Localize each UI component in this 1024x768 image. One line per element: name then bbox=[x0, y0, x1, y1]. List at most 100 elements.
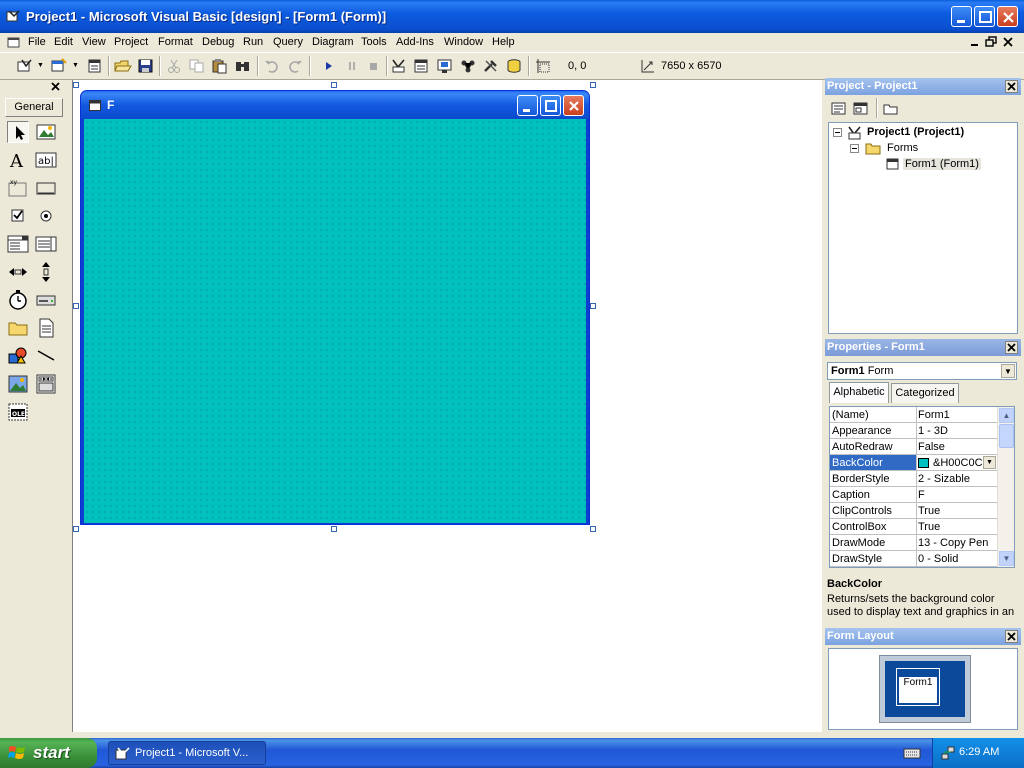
minimize-button[interactable] bbox=[951, 6, 972, 27]
optionbutton-tool[interactable] bbox=[35, 205, 57, 227]
scroll-thumb[interactable] bbox=[999, 424, 1014, 448]
resize-handle[interactable] bbox=[73, 82, 79, 88]
property-value[interactable]: 2 - Sizable bbox=[918, 473, 996, 485]
cut-icon[interactable] bbox=[165, 58, 183, 74]
form-client-area[interactable] bbox=[84, 119, 586, 523]
undo-icon[interactable] bbox=[263, 58, 281, 74]
close-button[interactable] bbox=[997, 6, 1018, 27]
menu-editor-icon[interactable] bbox=[86, 58, 104, 74]
form-maximize-button[interactable] bbox=[540, 95, 561, 116]
property-row[interactable]: BorderStyle 2 - Sizable bbox=[830, 471, 998, 487]
toolbox-tab-general[interactable]: General bbox=[5, 98, 63, 117]
property-value[interactable]: True bbox=[918, 505, 996, 517]
tab-alphabetic[interactable]: Alphabetic bbox=[829, 382, 889, 403]
form-doc-icon[interactable] bbox=[7, 36, 21, 49]
maximize-button[interactable] bbox=[974, 6, 995, 27]
property-grid-scrollbar[interactable]: ▲ ▼ bbox=[997, 407, 1014, 567]
property-row[interactable]: AutoRedraw False bbox=[830, 439, 998, 455]
menu-tools[interactable]: Tools bbox=[361, 36, 387, 48]
tree-item-form1[interactable]: Form1 (Form1) bbox=[903, 158, 981, 170]
hscrollbar-tool[interactable] bbox=[7, 261, 29, 283]
copy-icon[interactable] bbox=[188, 58, 206, 74]
dropdown-arrow-icon[interactable]: ▼ bbox=[37, 62, 44, 69]
property-value[interactable]: False bbox=[918, 441, 996, 453]
mdi-close-button[interactable] bbox=[1000, 36, 1016, 50]
redo-icon[interactable] bbox=[286, 58, 304, 74]
picturebox-tool[interactable] bbox=[35, 121, 57, 143]
project-explorer-close-button[interactable] bbox=[1005, 80, 1018, 93]
toolbox-icon[interactable] bbox=[482, 58, 500, 74]
keyboard-icon[interactable] bbox=[903, 746, 921, 760]
combobox-tool[interactable] bbox=[7, 233, 29, 255]
menu-edit[interactable]: Edit bbox=[54, 36, 73, 48]
property-value[interactable]: Form1 bbox=[918, 409, 996, 421]
drivelistbox-tool[interactable] bbox=[35, 289, 57, 311]
dirlistbox-tool[interactable] bbox=[7, 317, 29, 339]
paste-icon[interactable] bbox=[211, 58, 229, 74]
menu-format[interactable]: Format bbox=[158, 36, 193, 48]
view-code-icon[interactable] bbox=[830, 101, 848, 117]
resize-handle[interactable] bbox=[331, 526, 337, 532]
menu-file[interactable]: File bbox=[28, 36, 46, 48]
scroll-down-button[interactable]: ▼ bbox=[999, 551, 1014, 566]
property-value[interactable]: 13 - Copy Pen bbox=[918, 537, 996, 549]
form1-window[interactable]: F bbox=[80, 90, 590, 525]
end-icon[interactable] bbox=[365, 58, 383, 74]
menu-project[interactable]: Project bbox=[114, 36, 148, 48]
label-tool[interactable]: A bbox=[7, 149, 29, 172]
property-value[interactable]: True bbox=[918, 521, 996, 533]
layout-form1[interactable]: Form1 bbox=[896, 668, 940, 706]
form-layout-icon[interactable] bbox=[436, 58, 454, 74]
property-row[interactable]: DrawMode 13 - Copy Pen bbox=[830, 535, 998, 551]
network-icon[interactable] bbox=[940, 745, 956, 761]
mdi-minimize-button[interactable] bbox=[967, 36, 983, 50]
vscrollbar-tool[interactable] bbox=[35, 261, 57, 283]
tab-categorized[interactable]: Categorized bbox=[891, 383, 959, 403]
dropdown-arrow-icon[interactable]: ▼ bbox=[983, 456, 996, 469]
view-object-icon[interactable] bbox=[852, 101, 870, 117]
resize-handle[interactable] bbox=[590, 303, 596, 309]
form-title-bar[interactable]: F bbox=[81, 91, 589, 119]
open-project-icon[interactable] bbox=[114, 58, 132, 74]
property-value[interactable]: &H00C0C bbox=[933, 457, 983, 469]
tree-item-project[interactable]: Project1 (Project1) bbox=[867, 126, 964, 138]
listbox-tool[interactable] bbox=[35, 233, 57, 255]
filelistbox-tool[interactable] bbox=[35, 317, 57, 339]
menu-window[interactable]: Window bbox=[444, 36, 483, 48]
menu-diagram[interactable]: Diagram bbox=[312, 36, 354, 48]
form-close-button[interactable] bbox=[563, 95, 584, 116]
collapse-icon[interactable] bbox=[833, 128, 842, 137]
form-minimize-button[interactable] bbox=[517, 95, 538, 116]
find-icon[interactable] bbox=[234, 58, 252, 74]
menu-query[interactable]: Query bbox=[273, 36, 303, 48]
property-value[interactable]: F bbox=[918, 489, 996, 501]
property-row[interactable]: (Name) Form1 bbox=[830, 407, 998, 423]
object-browser-icon[interactable] bbox=[459, 58, 477, 74]
commandbutton-tool[interactable] bbox=[35, 177, 57, 199]
menu-help[interactable]: Help bbox=[492, 36, 515, 48]
dropdown-arrow-icon[interactable]: ▼ bbox=[72, 62, 79, 69]
toolbox-close-button[interactable] bbox=[49, 82, 62, 94]
mdi-restore-button[interactable] bbox=[983, 36, 999, 50]
project-explorer-icon[interactable] bbox=[390, 58, 408, 74]
object-selector[interactable]: Form1 Form ▼ bbox=[827, 362, 1017, 380]
save-icon[interactable] bbox=[137, 58, 155, 74]
menu-view[interactable]: View bbox=[82, 36, 106, 48]
property-row[interactable]: Caption F bbox=[830, 487, 998, 503]
start-run-icon[interactable] bbox=[320, 58, 338, 74]
vb-app-icon[interactable] bbox=[6, 9, 21, 23]
property-value[interactable]: 0 - Solid bbox=[918, 553, 996, 565]
resize-handle[interactable] bbox=[331, 82, 337, 88]
line-tool[interactable] bbox=[35, 345, 57, 367]
checkbox-tool[interactable] bbox=[7, 205, 29, 227]
ole-tool[interactable]: OLE bbox=[7, 401, 29, 423]
textbox-tool[interactable]: ab| bbox=[35, 149, 57, 171]
resize-handle[interactable] bbox=[590, 526, 596, 532]
frame-tool[interactable]: xy bbox=[7, 177, 29, 199]
resize-handle[interactable] bbox=[73, 526, 79, 532]
resize-handle[interactable] bbox=[590, 82, 596, 88]
property-value[interactable]: 1 - 3D bbox=[918, 425, 996, 437]
property-row-selected[interactable]: BackColor &H00C0C ▼ bbox=[830, 455, 998, 471]
pointer-tool[interactable] bbox=[7, 121, 29, 143]
start-button[interactable]: start bbox=[0, 738, 97, 768]
